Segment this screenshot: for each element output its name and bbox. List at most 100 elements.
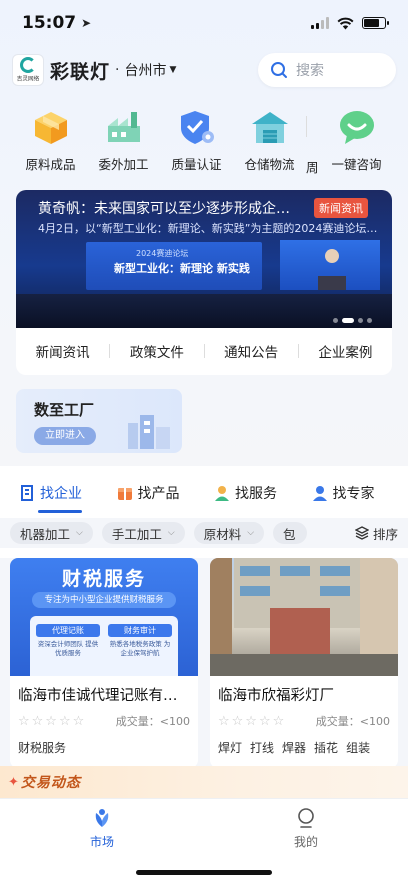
box-icon: [29, 106, 73, 148]
news-headline: 黄奇帆：未来国家可以至少逐步形成企…: [38, 201, 290, 217]
news-tab[interactable]: 企业案例: [299, 341, 392, 361]
tab-label: 市场: [89, 835, 114, 849]
category-label: 一键咨询: [331, 157, 382, 172]
card-tags: 财税服务: [10, 729, 198, 756]
image-box: 代理记账 资深会计师团队 提供优质服务: [36, 624, 100, 658]
search-icon: [271, 62, 287, 78]
category-label: 仓储物流: [244, 157, 295, 172]
image-box-title: 代理记账: [36, 624, 100, 637]
cellular-signal-icon: [311, 17, 329, 29]
rating-stars-icon: ☆☆☆☆☆: [18, 713, 87, 729]
filter-bar: 机器加工 ⌵ 手工加工 ⌵ 原材料 ⌵ 包 排序: [0, 518, 408, 548]
card-image: [210, 558, 398, 676]
chevron-down-icon: ⌵: [76, 528, 83, 538]
card-meta: ☆☆☆☆☆ 成交量：<100: [210, 705, 398, 729]
status-icons: [311, 17, 389, 30]
listing-section: 找企业 找产品 找服务 找专家 机器加工 ⌵ 手工加工 ⌵ 原材料 ⌵ 包 排序…: [0, 466, 408, 768]
tab-label: 找产品: [137, 486, 180, 502]
news-tab[interactable]: 新闻资讯: [16, 341, 109, 361]
search-placeholder: 搜索: [296, 63, 324, 79]
city-selector[interactable]: 台州市: [124, 60, 166, 80]
service-person-icon: [213, 484, 231, 502]
trade-volume: 成交量：<100: [115, 715, 190, 728]
card-image: 财税服务 专注为中小型企业提供财税服务 代理记账 资深会计师团队 提供优质服务 …: [10, 558, 198, 676]
warehouse-icon: [248, 106, 292, 148]
card-tags: 焊灯 打线 焊器 插花 组装: [210, 729, 398, 756]
news-tab[interactable]: 通知公告: [205, 341, 298, 361]
category-label: 委外加工: [98, 157, 149, 172]
chip-label: 原材料: [203, 526, 242, 542]
sort-label: 排序: [372, 526, 398, 542]
filter-chip[interactable]: 机器加工 ⌵: [10, 522, 93, 544]
card-meta: ☆☆☆☆☆ 成交量：<100: [10, 705, 198, 729]
filter-chip[interactable]: 包: [273, 522, 308, 544]
category-raw-materials[interactable]: 原料成品: [14, 106, 87, 176]
trade-fire-icon: ✦: [8, 774, 19, 790]
wifi-icon: [337, 17, 354, 29]
category-label: 原料成品: [25, 157, 76, 172]
shield-gear-icon: [175, 106, 219, 148]
chevron-down-icon: ⌵: [167, 528, 175, 538]
banner-speaker-image: [280, 240, 380, 290]
search-box[interactable]: 搜索: [258, 53, 396, 87]
category-consult[interactable]: 一键咨询: [320, 106, 393, 176]
tab-find-product[interactable]: 找产品: [116, 483, 214, 503]
card-title: 临海市欣福彩灯厂: [218, 688, 334, 704]
news-tab[interactable]: 政策文件: [110, 341, 203, 361]
factory-title: 数至工厂: [34, 401, 95, 419]
card-tag: 焊灯: [218, 741, 243, 755]
banner-screen-line2: 新型工业化：新理论 新实践: [114, 262, 250, 275]
card-tag: 打线: [250, 741, 275, 755]
category-warehouse[interactable]: 仓储物流: [233, 106, 306, 176]
tab-find-company[interactable]: 找企业: [18, 483, 116, 503]
sort-button[interactable]: 排序: [354, 523, 408, 543]
trade-news-title: 交易动态: [20, 775, 81, 791]
status-time: 15:07: [22, 13, 77, 33]
category-quality[interactable]: 质量认证: [160, 106, 233, 176]
card-tag: 组装: [346, 741, 371, 755]
news-banner[interactable]: 2024赛迪论坛 新型工业化：新理论 新实践 黄奇帆：未来国家可以至少逐步形成企…: [16, 190, 392, 328]
app-header: 吉灵网络 彩联灯 · 台州市 ▼ 搜索: [12, 52, 396, 88]
profile-icon: [298, 808, 314, 828]
chip-label: 机器加工: [20, 526, 71, 542]
category-label-partial: 周: [306, 160, 319, 175]
caret-down-icon[interactable]: ▼: [169, 65, 176, 75]
tab-profile[interactable]: 我的: [266, 807, 346, 850]
tab-find-expert[interactable]: 找专家: [311, 483, 408, 503]
chevron-down-icon: ⌵: [247, 528, 255, 538]
news-tabs: 新闻资讯 政策文件 通知公告 企业案例: [16, 336, 392, 366]
enter-now-button[interactable]: 立即进入: [34, 427, 96, 445]
tab-label: 找专家: [332, 486, 375, 502]
logo: 吉灵网络: [12, 54, 44, 86]
tab-label: 找服务: [235, 486, 277, 502]
logo-text: 吉灵网络: [16, 75, 40, 82]
app-name: 彩联灯: [50, 60, 111, 83]
location-arrow-icon: ➤: [81, 16, 92, 30]
tab-market[interactable]: 市场: [62, 807, 142, 850]
news-card: 2024赛迪论坛 新型工业化：新理论 新实践 黄奇帆：未来国家可以至少逐步形成企…: [16, 190, 392, 375]
find-tabs: 找企业 找产品 找服务 找专家: [0, 478, 408, 508]
filter-chip[interactable]: 手工加工 ⌵: [101, 522, 185, 544]
news-subline: 4月2日，以“新型工业化：新理论、新实践”为主题的2024赛迪论坛…: [38, 222, 378, 235]
tab-find-service[interactable]: 找服务: [213, 483, 311, 503]
chat-icon: [335, 106, 379, 148]
category-divider: [306, 116, 307, 137]
trade-news-banner[interactable]: ✦ 交易动态: [0, 766, 408, 798]
person-icon: [311, 484, 329, 502]
logo-mark-icon: [20, 56, 36, 73]
news-tag-badge: 新闻资讯: [314, 198, 368, 218]
factory-building-icon: [128, 415, 170, 449]
company-card[interactable]: 财税服务 专注为中小型企业提供财税服务 代理记账 资深会计师团队 提供优质服务 …: [10, 558, 198, 768]
card-tag: 插花: [314, 741, 339, 755]
filter-chip[interactable]: 原材料 ⌵: [193, 522, 265, 544]
active-tab-indicator: [38, 510, 82, 513]
card-tag: 财税服务: [18, 741, 67, 755]
gift-box-icon: [116, 484, 134, 502]
battery-icon: [362, 17, 389, 29]
company-card[interactable]: 临海市欣福彩灯厂 ☆☆☆☆☆ 成交量：<100 焊灯 打线 焊器 插花 组装: [210, 558, 398, 768]
banner-screen-image: 2024赛迪论坛 新型工业化：新理论 新实践: [86, 242, 262, 290]
card-tag: 焊器: [282, 741, 307, 755]
carousel-dots: [333, 318, 372, 323]
category-outsourcing[interactable]: 委外加工: [87, 106, 160, 176]
digital-factory-card[interactable]: 数至工厂 立即进入: [16, 389, 182, 453]
